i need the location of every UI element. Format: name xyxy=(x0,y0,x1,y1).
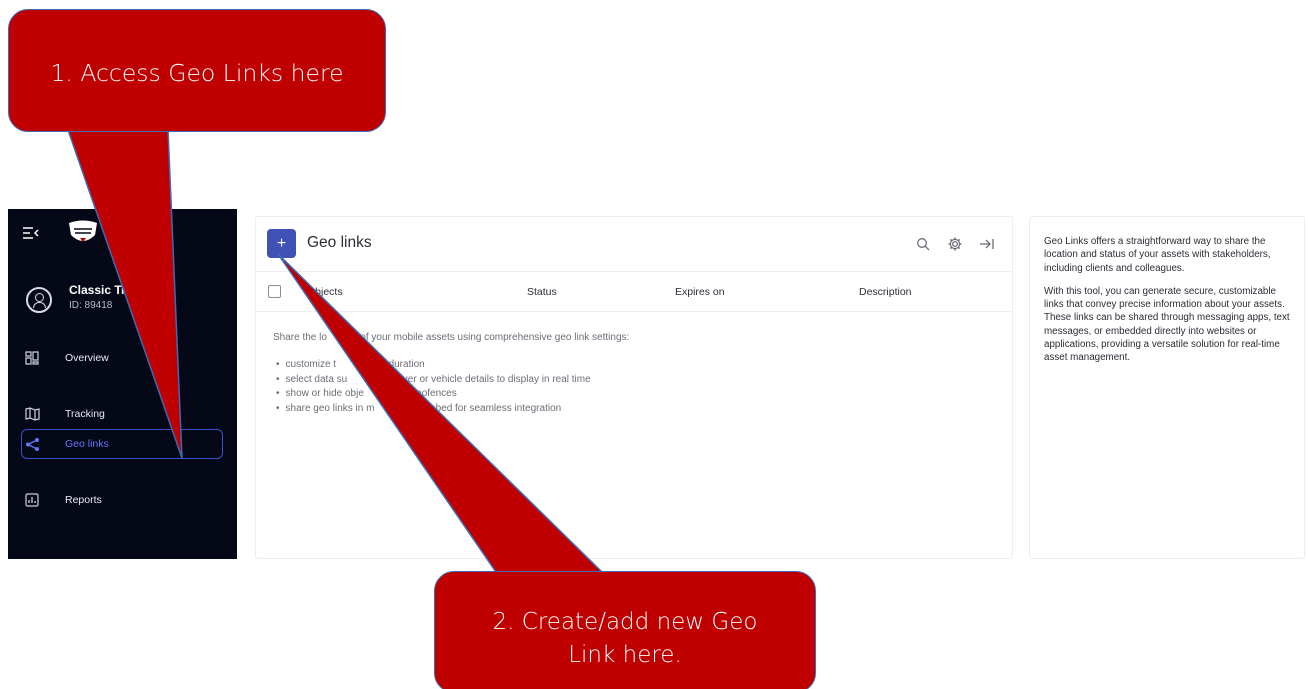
table-header: Objects Status Expires on Description xyxy=(256,274,1012,310)
header-actions xyxy=(914,235,996,253)
sidebar-item-label: Tracking xyxy=(65,408,105,420)
dashboard-icon xyxy=(24,350,40,366)
list-item: customize t link's duration xyxy=(276,358,591,373)
user-id: ID: 89418 xyxy=(69,300,113,311)
user-name: Classic Tr xyxy=(69,283,126,297)
header-divider xyxy=(256,271,1012,272)
callout-access-geo-links: 1. Access Geo Links here xyxy=(8,9,386,132)
sidebar-item-overview[interactable]: Overview xyxy=(22,343,222,373)
list-item: show or hide obje tain geofences xyxy=(276,387,591,402)
select-all-checkbox[interactable] xyxy=(268,285,281,298)
collapse-menu-icon[interactable] xyxy=(22,226,40,240)
feature-list: customize t link's duration select data … xyxy=(276,358,591,416)
info-paragraph: Geo Links offers a straightforward way t… xyxy=(1044,236,1271,274)
list-item: select data su ed, driver or vehicle det… xyxy=(276,373,591,388)
list-item: share geo links in m s or embed for seam… xyxy=(276,402,591,417)
table-header-divider xyxy=(256,311,1012,312)
page-title: Geo links xyxy=(307,234,372,251)
collapse-panel-icon[interactable] xyxy=(978,235,996,253)
info-panel: Geo Links offers a straightforward way t… xyxy=(1029,216,1305,559)
gear-icon[interactable] xyxy=(946,235,964,253)
column-expires-on[interactable]: Expires on xyxy=(675,286,725,298)
screenshot-stage: Classic Tr ID: 89418 Overview Tracking G… xyxy=(0,0,1308,689)
search-icon[interactable] xyxy=(914,235,932,253)
callout-line: Link here. xyxy=(568,642,682,668)
column-description[interactable]: Description xyxy=(859,286,912,298)
column-status[interactable]: Status xyxy=(527,286,557,298)
info-paragraph: With this tool, you can generate secure,… xyxy=(1044,285,1290,364)
sidebar-item-label: Reports xyxy=(65,494,102,506)
sidebar-item-tracking[interactable]: Tracking xyxy=(22,399,222,429)
sidebar-item-reports[interactable]: Reports xyxy=(22,485,222,515)
sidebar-item-label: Overview xyxy=(65,352,109,364)
brand-logo xyxy=(69,220,97,242)
geo-links-panel: + Geo links Objects Status Expires on De… xyxy=(255,216,1013,559)
column-objects[interactable]: Objects xyxy=(307,286,343,298)
chart-icon xyxy=(24,492,40,508)
add-geo-link-button[interactable]: + xyxy=(267,229,296,258)
avatar-icon xyxy=(26,287,52,313)
map-icon xyxy=(24,406,40,422)
sidebar-item-label: Geo links xyxy=(65,438,109,450)
user-account[interactable]: Classic Tr ID: 89418 xyxy=(8,281,237,325)
empty-state-intro: Share the lo n of your mobile assets usi… xyxy=(273,332,630,343)
callout-create-geo-link: 2. Create/add new Geo Link here. xyxy=(434,571,816,689)
sidebar: Classic Tr ID: 89418 Overview Tracking G… xyxy=(8,209,237,559)
callout-line: 2. Create/add new Geo xyxy=(492,609,758,635)
sidebar-item-geo-links[interactable]: Geo links xyxy=(21,429,223,459)
share-icon xyxy=(24,436,40,452)
